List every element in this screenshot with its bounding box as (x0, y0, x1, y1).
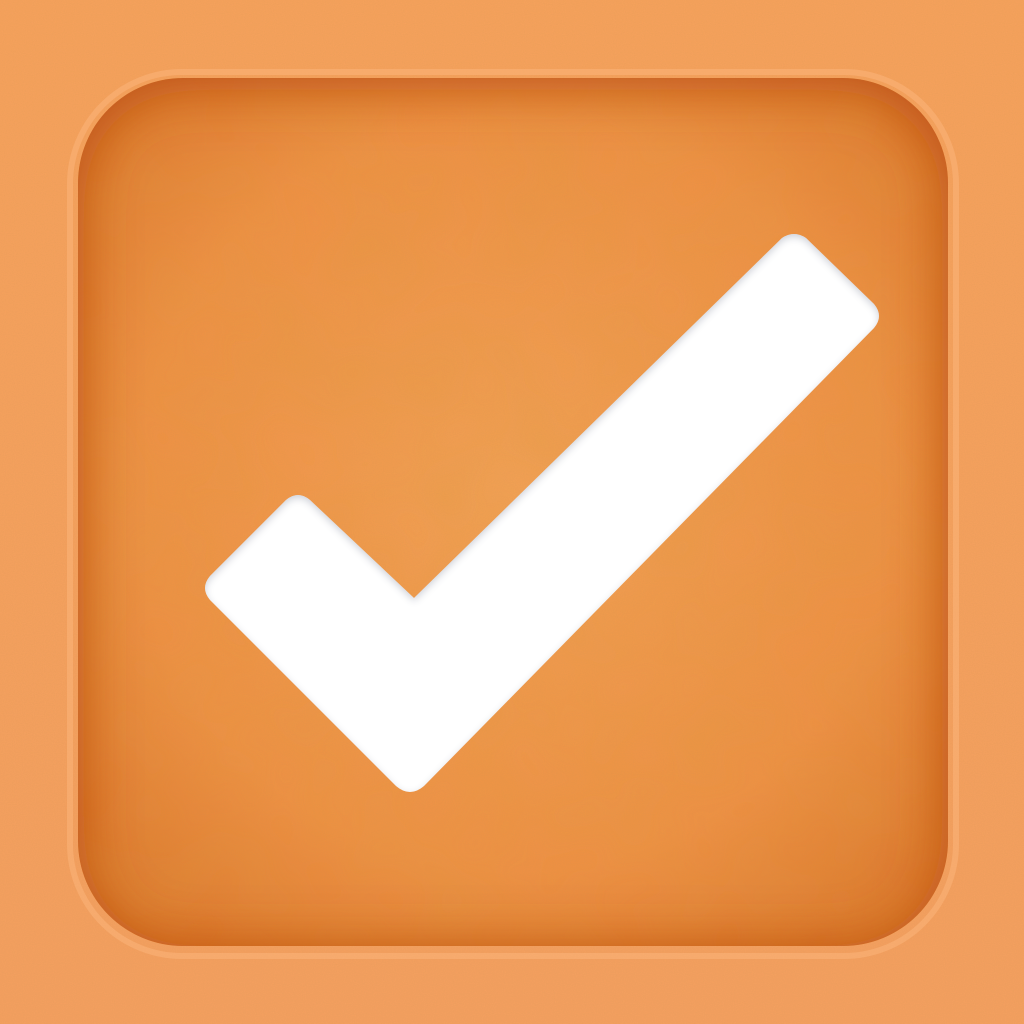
app-icon (0, 0, 1024, 1024)
app-icon-artwork (0, 0, 1024, 1024)
